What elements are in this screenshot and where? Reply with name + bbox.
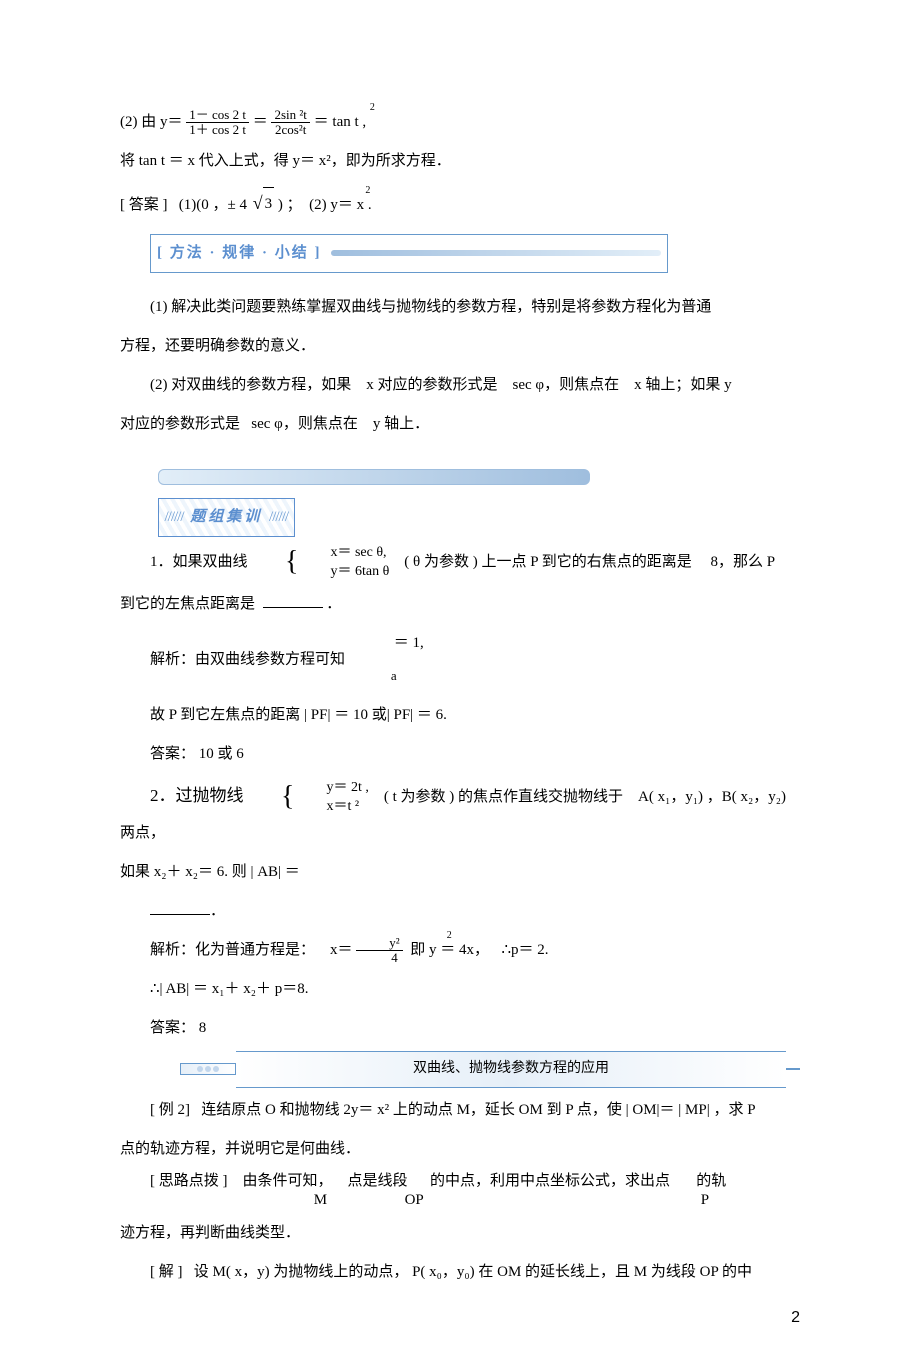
answer-line: [ 答案 ] (1)(0 ，± 4 3 ) ； (2) y＝ x . 2: [120, 184, 800, 224]
decorative-strip: [158, 469, 590, 485]
answer-p1b: ) ；: [278, 197, 302, 213]
ex2-sol: [ 解 ] 设 M( x，y) 为抛物线上的动点， P( x₀，y₀) 在 OM…: [120, 1256, 800, 1289]
method-summary-box: [ 方法 · 规律 · 小结 ]: [150, 234, 668, 273]
ex2-hint-tail: 迹方程，再判断曲线类型．: [120, 1217, 800, 1250]
answer-p1a: (1)(0 ，± 4: [179, 197, 251, 213]
tizu-jixun-label: 题组集训: [190, 509, 262, 525]
q2-ans: 答案： 8: [120, 1012, 800, 1045]
frac-1: 1－ cos 2 t 1＋ cos 2 t: [186, 108, 249, 138]
eq2-derivation: (2) 由 y＝ 1－ cos 2 t 1＋ cos 2 t ＝ 2sin ²t…: [120, 106, 800, 139]
q2-sol2: ∴| AB| ＝ x₁＋ x₂＋ p＝8.: [120, 973, 800, 1006]
page: (2) 由 y＝ 1－ cos 2 t 1＋ cos 2 t ＝ 2sin ²t…: [0, 0, 920, 1355]
method-summary-bar: [331, 250, 661, 256]
frac-2: 2sin ²t 2cos²t: [271, 108, 309, 138]
ex2-line1b: 点的轨迹方程，并说明它是何曲线．: [120, 1133, 800, 1166]
ex2-hint: [ 思路点拨 ] 由条件可知， 点是线段 的中点，利用中点坐标公式，求出点 的轨…: [120, 1172, 800, 1211]
q1-param-brace: { x＝ sec θ, y＝ 6tan θ: [255, 543, 389, 582]
q1-line2: 到它的左焦点距离是 ．: [120, 588, 800, 621]
ex2-hint-label: [ 思路点拨 ]: [150, 1173, 228, 1189]
q2-line2: 如果 x₂＋ x₂＝ 6. 则 | AB| ＝: [120, 856, 800, 889]
q1-sol1: 解析：由双曲线参数方程可知 ＝ 1, a: [120, 627, 800, 693]
q2-sol1: 解析：化为普通方程是： x＝ y² 4 即 y ＝ 4x， 2 ∴p＝ 2.: [120, 934, 800, 967]
answer-label: [ 答案 ]: [120, 197, 168, 213]
q1-line1: 1．如果双曲线 { x＝ sec θ, y＝ 6tan θ ( θ 为参数 ) …: [120, 543, 800, 582]
banner-left-cell: [180, 1063, 236, 1075]
eq2-line2: 将 tan t ＝ x 代入上式，得 y＝ x²，即为所求方程．: [120, 145, 800, 178]
answer-p2a: (2) y＝ x .: [309, 197, 372, 213]
method-summary-label: [ 方法 · 规律 · 小结 ]: [157, 237, 322, 270]
q1-mid-a: ( θ 为参数 ) 上一点 P 到它的右焦点的距离是: [404, 554, 691, 570]
q2-prefix: 2．过抛物线: [150, 786, 244, 805]
q2-mid-a: ( t 为参数 ) 的焦点作直线交抛物线于: [384, 789, 623, 805]
q2-param-brace: { y＝ 2t , x＝t ²: [251, 778, 369, 817]
q2-frac: y² 4: [356, 936, 402, 966]
note2: (2) 对双曲线的参数方程，如果 x 对应的参数形式是 sec φ，则焦点在 x…: [120, 369, 800, 402]
banner-right-cap: [786, 1068, 800, 1070]
sqrt-3: 3: [251, 184, 274, 224]
q1-mid-b: 8，那么 P: [711, 554, 776, 570]
eq-sign: ＝: [253, 114, 268, 130]
ex2-sol-label: [ 解 ]: [150, 1264, 183, 1280]
banner-title: 双曲线、抛物线参数方程的应用: [236, 1051, 786, 1088]
hatch-right: //////: [269, 509, 288, 525]
ex2-label: [ 例 2]: [150, 1102, 190, 1118]
tizu-jixun-box: ////// 题组集训 //////: [158, 498, 296, 537]
ex2-line1: [ 例 2] 连结原点 O 和抛物线 2y＝ x² 上的动点 M，延长 OM 到…: [120, 1094, 800, 1127]
q1-sol2: 故 P 到它左焦点的距离 | PF| ＝ 10 或| PF| ＝ 6.: [120, 699, 800, 732]
example-2-banner: 双曲线、抛物线参数方程的应用: [180, 1051, 800, 1088]
answer-p2-sup: 2: [365, 185, 370, 196]
note1b: 方程，还要明确参数的意义．: [120, 330, 800, 363]
note1: (1) 解决此类问题要熟练掌握双曲线与抛物线的参数方程，特别是将参数方程化为普通: [120, 291, 800, 324]
stray-sup: 2: [370, 102, 375, 113]
note3: 对应的参数形式是 sec φ，则焦点在 y 轴上．: [120, 408, 800, 441]
eq2-suffix: ＝ tan t ,: [314, 114, 367, 130]
q2-blank-line: ．: [120, 895, 800, 928]
eq2-prefix: (2) 由 y＝: [120, 114, 183, 130]
q2-blank: [150, 899, 210, 915]
hatch-left: //////: [165, 509, 184, 525]
q1-ans: 答案： 10 或 6: [120, 738, 800, 771]
page-number: 2: [791, 1300, 800, 1335]
q1-prefix: 1．如果双曲线: [150, 554, 248, 570]
q1-blank: [263, 592, 323, 608]
q2-line1: 2．过抛物线 { y＝ 2t , x＝t ² ( t 为参数 ) 的焦点作直线交…: [120, 777, 800, 850]
